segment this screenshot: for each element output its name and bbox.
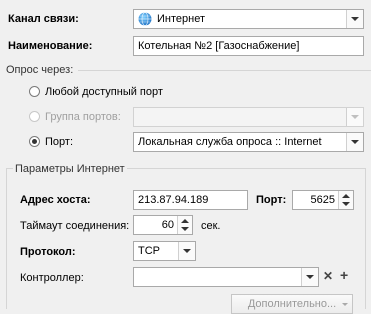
clear-icon[interactable]: ✕ [323,269,333,283]
more-button[interactable]: Дополнительно... [231,294,353,314]
timeout-unit: сек. [201,220,221,232]
remote-port-input[interactable]: 5625 [292,190,354,210]
chevron-down-icon [351,115,359,119]
timeout-value: 60 [161,219,174,231]
globe-icon [138,12,152,26]
add-icon[interactable]: + [340,268,348,282]
timeout-label: Таймаут соединения: [20,220,130,232]
port-select-value: Локальная служба опроса :: Internet [138,136,322,148]
controller-dropdown-button[interactable] [301,268,318,286]
chevron-down-icon [183,249,191,253]
timeout-input[interactable]: 60 [133,215,193,235]
spin-down-icon[interactable] [181,227,189,231]
host-label: Адрес хоста: [20,194,91,206]
any-port-radio[interactable] [29,86,40,97]
more-button-label: Дополнительно... [247,298,337,310]
protocol-label: Протокол: [20,246,76,258]
name-input[interactable]: Котельная №2 [Газоснабжение] [133,36,364,56]
channel-value: Интернет [157,13,205,25]
channel-dropdown-button[interactable] [346,10,363,28]
protocol-dropdown-button[interactable] [178,242,195,260]
radio-selected-dot [32,139,37,144]
name-label: Наименование: [8,40,93,52]
poll-group-label: Опрос через: [6,64,74,76]
host-input[interactable]: 213.87.94.189 [133,190,248,210]
spin-up-icon[interactable] [342,194,350,198]
port-group-dropdown-button[interactable] [346,108,363,126]
spin-up-icon[interactable] [181,219,189,223]
remote-port-label: Порт: [256,194,287,206]
channel-label: Канал связи: [8,13,79,25]
controller-label: Контроллер: [20,272,84,284]
timeout-spinner[interactable] [177,216,192,234]
any-port-label[interactable]: Любой доступный порт [45,85,163,99]
remote-port-value: 5625 [310,194,335,206]
protocol-value: TCP [138,245,160,257]
port-group-label: Группа портов: [45,111,121,123]
internet-group-label: Параметры Интернет [13,162,127,176]
poll-group-divider [78,70,371,71]
port-dropdown-button[interactable] [346,133,363,151]
port-spinner[interactable] [338,191,353,209]
port-group-select[interactable] [133,107,364,127]
protocol-select[interactable]: TCP [133,241,196,261]
chevron-down-icon [351,140,359,144]
chevron-down-icon [351,17,359,21]
channel-select[interactable]: Интернет [133,9,364,29]
controller-select[interactable] [133,267,319,287]
chevron-down-icon [306,275,314,279]
port-select[interactable]: Локальная служба опроса :: Internet [133,132,364,152]
port-radio[interactable] [29,136,40,147]
port-group-radio[interactable] [29,111,40,122]
spin-down-icon[interactable] [342,202,350,206]
chevron-down-icon [342,303,348,306]
port-label[interactable]: Порт: [45,135,73,149]
